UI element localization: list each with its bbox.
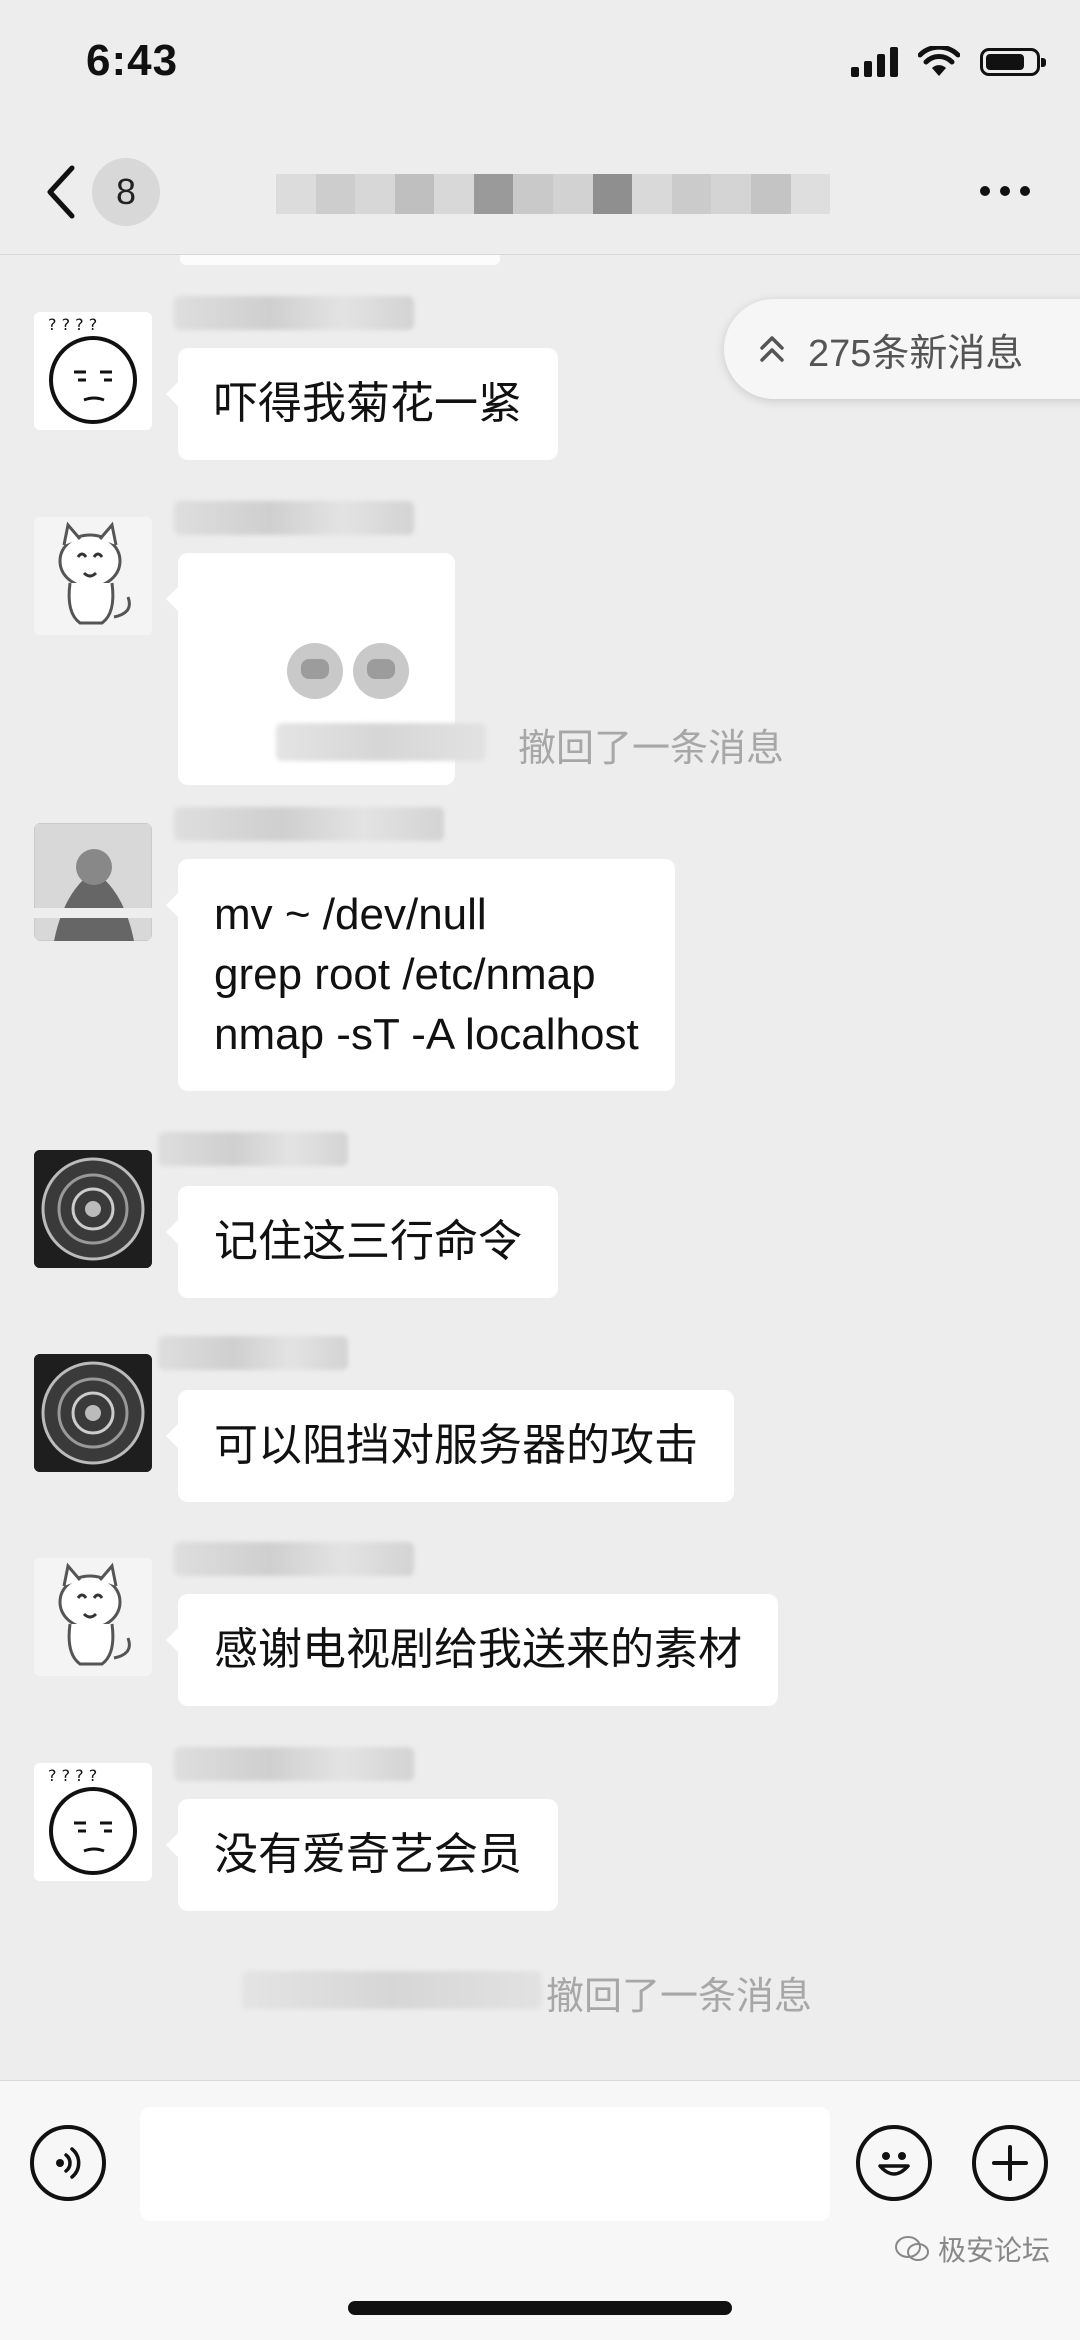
message-bubble[interactable]: 感谢电视剧给我送来的素材	[166, 1594, 778, 1706]
message-bubble[interactable]: 记住这三行命令	[166, 1186, 558, 1298]
battery-icon	[980, 48, 1046, 76]
chevron-left-icon[interactable]	[42, 162, 82, 222]
voice-icon	[56, 2147, 81, 2179]
sender-name-blurred	[158, 1132, 348, 1166]
avatar[interactable]: ? ? ? ?	[34, 1763, 152, 1881]
svg-text:? ? ? ?: ? ? ? ?	[48, 1766, 97, 1785]
more-dots-icon[interactable]	[980, 186, 1030, 196]
sender-name-blurred	[174, 501, 414, 535]
previous-bubble-edge	[180, 255, 500, 265]
sender-name-blurred	[174, 1747, 414, 1781]
emoji-icon	[878, 2152, 910, 2176]
avatar[interactable]	[34, 517, 152, 635]
sender-name-blurred	[174, 807, 444, 841]
avatar[interactable]	[34, 1558, 152, 1676]
status-icons	[851, 46, 1046, 78]
wifi-icon	[918, 46, 960, 76]
recall-text: 撤回了一条消息	[546, 1976, 813, 2018]
new-messages-button[interactable]: 275条新消息	[724, 299, 1080, 399]
double-chevron-up-icon	[760, 336, 784, 362]
facepalm-emoji-icon	[353, 643, 410, 700]
recall-text: 撤回了一条消息	[518, 728, 785, 770]
message-bubble[interactable]: 可以阻挡对服务器的攻击	[166, 1390, 734, 1502]
recall-user-blurred	[242, 1971, 542, 2009]
sender-name-blurred	[158, 1336, 348, 1370]
avatar[interactable]	[34, 1150, 152, 1268]
cellular-signal-icon	[851, 47, 898, 77]
facepalm-emoji-icon	[287, 643, 344, 700]
plus-icon	[992, 2145, 1028, 2181]
recall-user-blurred	[276, 723, 486, 761]
home-indicator	[348, 2301, 732, 2315]
sender-name-blurred	[174, 296, 414, 330]
recall-notice: 撤回了一条消息	[0, 717, 1080, 770]
chat-header: 8	[0, 130, 1080, 255]
watermark-text: 极安论坛	[937, 2235, 1050, 2266]
avatar[interactable]: ? ? ? ?	[34, 312, 152, 430]
avatar[interactable]	[34, 823, 152, 941]
svg-text:? ? ? ?: ? ? ? ?	[48, 315, 97, 334]
message-bubble[interactable]: mv ~ /dev/null grep root /etc/nmap nmap …	[166, 859, 675, 1091]
status-bar: 6:43	[0, 0, 1080, 130]
add-button[interactable]	[972, 2125, 1048, 2201]
wechat-icon	[894, 2236, 929, 2261]
status-time: 6:43	[86, 36, 179, 85]
sender-name-blurred	[174, 1542, 414, 1576]
unread-count-badge[interactable]: 8	[92, 158, 160, 226]
watermark: 极安论坛	[894, 2229, 1050, 2269]
message-input[interactable]	[140, 2107, 830, 2221]
chat-title-blurred	[276, 174, 831, 214]
avatar[interactable]	[34, 1354, 152, 1472]
voice-button[interactable]	[30, 2125, 106, 2201]
input-bar: 极安论坛	[0, 2080, 1080, 2340]
recall-notice: 撤回了一条消息	[0, 1965, 1080, 2018]
message-bubble[interactable]: 吓得我菊花一紧	[166, 348, 558, 460]
message-bubble[interactable]: 没有爱奇艺会员	[166, 1799, 558, 1911]
message-list[interactable]: ? ? ? ? 吓得我菊花一紧 撤回了一条消息 mv ~ /dev/null g…	[0, 255, 1080, 2080]
new-messages-label: 275条新消息	[808, 332, 1024, 375]
emoji-button[interactable]	[856, 2125, 932, 2201]
